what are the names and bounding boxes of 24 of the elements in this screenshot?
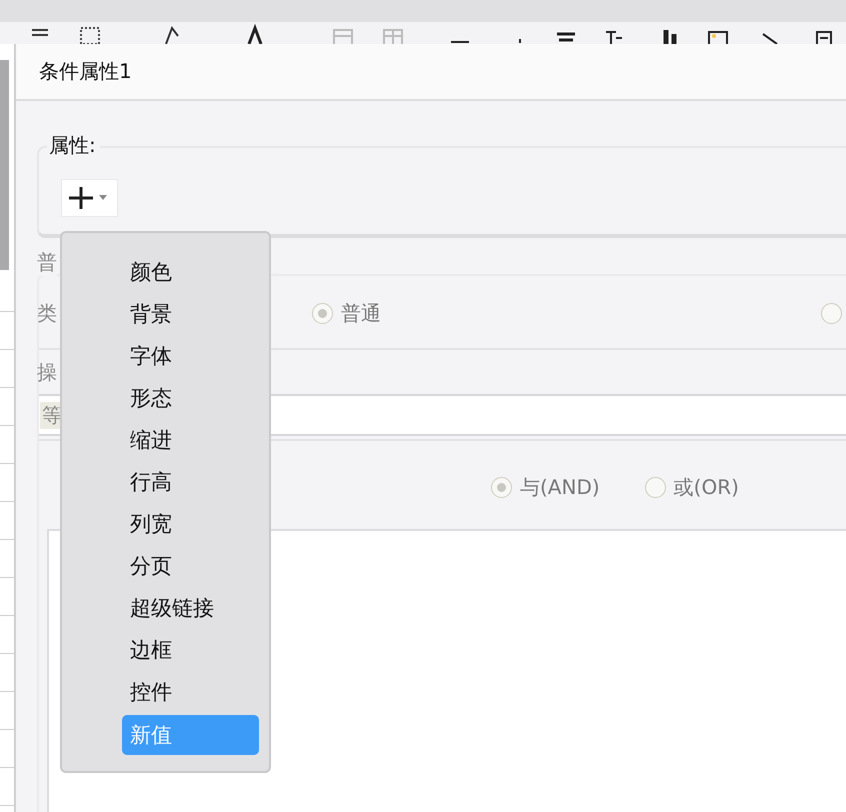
menu-item[interactable]: 字体 — [62, 341, 172, 383]
radio-label: 普通 — [341, 300, 381, 326]
menu-item[interactable]: 背景 — [62, 299, 172, 341]
radio-label: 与(AND) — [520, 474, 600, 500]
letter-shape-icon[interactable] — [245, 22, 265, 44]
caret-icon — [98, 195, 108, 201]
menu-item[interactable]: 超级链接 — [62, 593, 214, 635]
menu-item[interactable]: 边框 — [62, 635, 172, 677]
menu-item[interactable]: 列宽 — [62, 509, 172, 551]
radio-button[interactable] — [491, 476, 512, 498]
radio-button[interactable] — [644, 476, 666, 498]
menu-item[interactable]: 分页 — [62, 551, 172, 593]
condition-label: 普 — [37, 249, 57, 276]
plus-icon — [66, 185, 96, 211]
menu-item[interactable]: 颜色 — [62, 257, 172, 299]
dialog-title: 条件属性1 — [39, 58, 132, 85]
radio-label: 或(OR) — [674, 474, 739, 500]
add-button[interactable] — [61, 179, 118, 217]
radio-button[interactable] — [821, 302, 842, 324]
menu-item[interactable]: 行高 — [62, 467, 172, 509]
operation-label: 操 — [37, 358, 58, 386]
scrollbar-thumb[interactable] — [0, 60, 9, 270]
radio-button[interactable] — [312, 302, 333, 324]
type-label: 类 — [37, 300, 58, 326]
